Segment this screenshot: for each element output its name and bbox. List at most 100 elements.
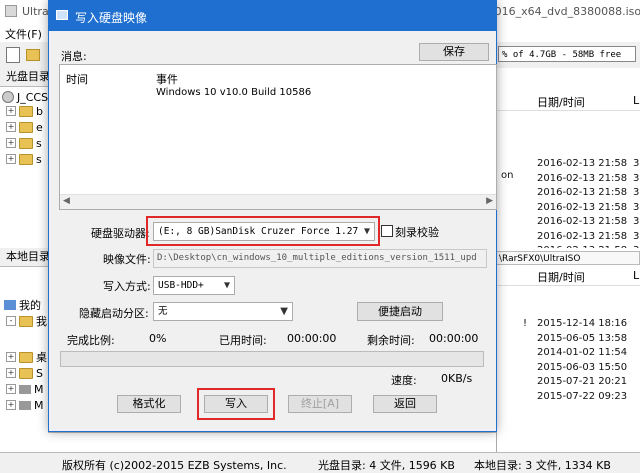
chevron-down-icon: ▼ bbox=[223, 280, 230, 291]
local-file-list: 日期/时间 L 2015-12-14 18:16! 2015-06-05 13:5… bbox=[496, 248, 640, 452]
list-item-datetime[interactable]: 2014-01-02 11:54 bbox=[537, 347, 627, 358]
write-highlight-box bbox=[197, 388, 275, 420]
cd-directory-header: 光盘目录 bbox=[0, 68, 48, 87]
status-copyright: 版权所有 (c)2002-2015 EZB Systems, Inc. bbox=[62, 459, 287, 472]
abort-button[interactable]: 终止[A] bbox=[288, 395, 352, 413]
folder-icon bbox=[19, 367, 33, 379]
drive-label: 硬盘驱动器: bbox=[91, 227, 150, 240]
local-path-bar[interactable]: \RarSFX0\UltraISO bbox=[496, 251, 640, 265]
hidden-partition-label: 隐藏启动分区: bbox=[79, 307, 149, 320]
write-method-label: 写入方式: bbox=[103, 280, 151, 293]
verify-label: 刻录校验 bbox=[395, 226, 439, 239]
scroll-right-icon[interactable]: ▶ bbox=[486, 196, 493, 206]
list-item-datetime[interactable]: 2015-07-22 09:23 bbox=[537, 391, 627, 402]
log-horizontal-scrollbar[interactable]: ◀ ▶ bbox=[60, 194, 496, 209]
tree-folder-node[interactable]: + s bbox=[6, 136, 42, 150]
cd-file-list-header: 日期/时间 L bbox=[497, 92, 640, 111]
expand-icon[interactable]: - bbox=[6, 316, 16, 326]
dialog-title: 写入硬盘映像 bbox=[75, 11, 148, 25]
cd-root-node[interactable]: J_CCS bbox=[2, 90, 48, 104]
list-item-extra: 3 bbox=[633, 230, 640, 242]
list-item-datetime[interactable]: 2016-02-13 21:58 bbox=[537, 202, 627, 213]
list-item-datetime[interactable]: 2015-06-03 15:50 bbox=[537, 362, 627, 373]
column-header-datetime[interactable]: 日期/时间 bbox=[537, 269, 585, 285]
computer-icon bbox=[4, 300, 16, 310]
list-item-extra: 3 bbox=[633, 201, 640, 213]
write-method-select[interactable]: USB-HDD+ ▼ bbox=[153, 276, 235, 295]
elapsed-value: 00:00:00 bbox=[287, 332, 337, 345]
tree-folder-node[interactable]: + e bbox=[6, 120, 43, 134]
tree-folder-node[interactable]: + s bbox=[6, 152, 42, 166]
menu-file[interactable]: 文件(F) bbox=[5, 26, 42, 42]
list-item-datetime[interactable]: 2016-02-13 21:58 bbox=[537, 187, 627, 198]
list-item-datetime[interactable]: 2016-02-13 21:58 bbox=[537, 216, 627, 227]
scroll-left-icon[interactable]: ◀ bbox=[63, 196, 70, 206]
back-button[interactable]: 返回 bbox=[373, 395, 437, 413]
speed-label: 速度: bbox=[391, 374, 417, 387]
local-tree-node[interactable]: 我的 bbox=[4, 298, 41, 312]
tree-folder-label: s bbox=[36, 136, 42, 150]
tree-folder-label: b bbox=[36, 104, 43, 118]
local-tree-node[interactable]: + M bbox=[6, 382, 44, 396]
drive-highlight-box bbox=[146, 216, 380, 246]
local-directory-pane: 本地目录 我的 -我 + 桌 + S + M + M bbox=[0, 248, 49, 452]
column-header-datetime[interactable]: 日期/时间 bbox=[537, 94, 585, 110]
list-fragment: on bbox=[501, 170, 514, 181]
folder-icon bbox=[19, 105, 33, 117]
folder-icon bbox=[19, 121, 33, 133]
tree-folder-node[interactable]: + b bbox=[6, 104, 43, 118]
expand-icon[interactable]: + bbox=[6, 122, 16, 132]
local-tree-label: 桌 bbox=[36, 351, 47, 364]
column-header-extra[interactable]: L bbox=[633, 269, 639, 282]
column-header-extra[interactable]: L bbox=[633, 94, 639, 107]
expand-icon[interactable]: + bbox=[6, 384, 16, 394]
list-item-datetime[interactable]: 2015-07-21 20:21 bbox=[537, 376, 627, 387]
write-method-value: USB-HDD+ bbox=[158, 280, 204, 291]
format-button[interactable]: 格式化 bbox=[117, 395, 181, 413]
local-tree-node[interactable]: + 桌 bbox=[6, 350, 47, 364]
progress-label: 完成比例: bbox=[67, 334, 115, 347]
expand-icon[interactable]: + bbox=[6, 138, 16, 148]
dialog-title-bar[interactable]: 写入硬盘映像 bbox=[49, 1, 496, 31]
dialog-app-icon bbox=[56, 10, 68, 20]
message-label: 消息: bbox=[61, 50, 87, 63]
list-item-datetime[interactable]: 2015-06-05 13:58 bbox=[537, 333, 627, 344]
local-directory-header: 本地目录 bbox=[0, 248, 48, 267]
hidden-partition-select[interactable]: 无 ▼ bbox=[153, 302, 293, 321]
status-bar: 版权所有 (c)2002-2015 EZB Systems, Inc. 光盘目录… bbox=[0, 452, 640, 473]
new-file-icon[interactable] bbox=[6, 47, 20, 63]
list-item-datetime[interactable]: 2016-02-13 21:58 bbox=[537, 231, 627, 242]
app-icon bbox=[5, 5, 17, 17]
save-button[interactable]: 保存 bbox=[419, 43, 489, 61]
local-tree-node[interactable]: -我 bbox=[6, 314, 47, 328]
open-folder-icon[interactable] bbox=[26, 49, 40, 61]
list-item-datetime[interactable]: 2016-02-13 21:58 bbox=[537, 158, 627, 169]
image-file-field[interactable]: D:\Desktop\cn_windows_10_multiple_editio… bbox=[153, 249, 487, 268]
message-log: 时间 事件 Windows 10 v10.0 Build 10586 ◀ ▶ bbox=[59, 64, 497, 210]
expand-icon[interactable]: + bbox=[6, 400, 16, 410]
folder-icon bbox=[19, 351, 33, 363]
drive-icon bbox=[19, 384, 31, 394]
local-tree-node[interactable]: + M bbox=[6, 398, 44, 412]
status-local-summary: 本地目录: 3 文件, 1334 KB bbox=[474, 459, 611, 472]
drive-icon bbox=[19, 400, 31, 410]
verify-checkbox[interactable] bbox=[381, 225, 393, 237]
hidden-partition-value: 无 bbox=[158, 306, 168, 317]
expand-icon[interactable]: + bbox=[6, 106, 16, 116]
list-item-datetime[interactable]: 2016-02-13 21:58 bbox=[537, 173, 627, 184]
local-file-list-area bbox=[48, 432, 496, 453]
cd-root-label: J_CCS bbox=[17, 90, 49, 104]
list-item-marker: ! bbox=[523, 318, 528, 329]
list-item-datetime[interactable]: 2015-12-14 18:16 bbox=[537, 318, 627, 329]
local-tree-node[interactable]: + S bbox=[6, 366, 43, 380]
disc-size-indicator: % of 4.7GB - 58MB free bbox=[498, 46, 636, 62]
quick-boot-button[interactable]: 便捷启动 bbox=[357, 302, 443, 321]
tree-folder-label: e bbox=[36, 120, 43, 134]
cd-file-list: 日期/时间 L on 2016-02-13 21:58 3 2016-02-13 2… bbox=[496, 68, 640, 271]
expand-icon[interactable]: + bbox=[6, 154, 16, 164]
expand-icon[interactable]: + bbox=[6, 352, 16, 362]
expand-icon[interactable]: + bbox=[6, 368, 16, 378]
chevron-down-icon: ▼ bbox=[280, 306, 288, 317]
disc-icon bbox=[2, 91, 14, 103]
list-item-extra: 3 bbox=[633, 158, 640, 169]
